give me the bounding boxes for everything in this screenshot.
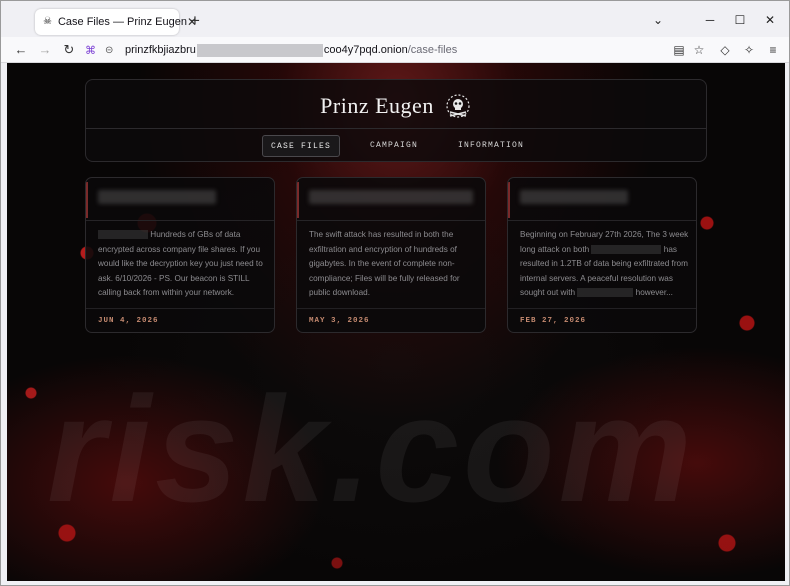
header-divider <box>86 128 706 129</box>
card-date: FEB 27, 2026 <box>520 317 587 325</box>
card-body-text: Hundreds of GBs of data encrypted across… <box>98 230 263 297</box>
maximize-icon[interactable]: ☐ <box>731 11 749 29</box>
forward-icon[interactable]: → <box>35 40 55 60</box>
card-body: Beginning on February 27th 2026, The 3 w… <box>520 228 690 301</box>
card-body: The swift attack has resulted in both th… <box>309 228 479 301</box>
card-date: JUN 4, 2026 <box>98 317 159 325</box>
card-title-redacted <box>520 190 628 204</box>
url-host-end: coo4y7pqd.onion <box>323 44 408 56</box>
case-card[interactable]: Beginning on February 27th 2026, The 3 w… <box>507 177 697 333</box>
reader-view-icon[interactable]: ▤ <box>669 40 689 60</box>
card-footer-divider <box>86 308 274 309</box>
card-date: MAY 3, 2026 <box>309 317 370 325</box>
minimize-icon[interactable]: ─ <box>701 11 719 29</box>
card-footer-divider <box>508 308 696 309</box>
tab-title: Case Files — Prinz Eugen <box>57 16 187 28</box>
page-content: risk.com Prinz Eugen CASE FILES CAMPAIGN <box>7 63 785 581</box>
case-card[interactable]: The swift attack has resulted in both th… <box>296 177 486 333</box>
menu-campaign[interactable]: CAMPAIGN <box>362 135 426 157</box>
watermark: risk.com <box>47 365 696 533</box>
url-path: /case-files <box>407 44 458 56</box>
skull-favicon-icon: ☠ <box>43 16 52 27</box>
card-divider <box>86 220 274 221</box>
onion-extension-icon[interactable]: ⌘ <box>85 44 99 57</box>
back-icon[interactable]: ← <box>11 40 31 60</box>
navigation-bar: ← → ↻ ⌘ ⊝ prinzfkbjiazbru coo4y7pqd.onio… <box>1 37 789 63</box>
card-accent <box>297 182 299 218</box>
menu-case-files[interactable]: CASE FILES <box>262 135 340 157</box>
card-footer-divider <box>297 308 485 309</box>
site-header: Prinz Eugen CASE FILES CAMPAIGN INFORMAT… <box>85 79 707 162</box>
card-accent <box>86 182 88 218</box>
site-info-icon[interactable]: ⊝ <box>105 45 119 56</box>
skull-crossbones-icon <box>446 94 470 118</box>
case-card[interactable]: Hundreds of GBs of data encrypted across… <box>85 177 275 333</box>
extensions-icon[interactable]: ✧ <box>739 40 759 60</box>
card-body-text: The swift attack has resulted in both th… <box>309 230 460 297</box>
body-redaction <box>577 288 634 298</box>
url-redaction <box>196 43 323 57</box>
card-body-text: however... <box>635 288 673 297</box>
body-redaction <box>98 230 148 240</box>
reload-icon[interactable]: ↻ <box>59 40 79 60</box>
shield-icon[interactable]: ◇ <box>715 40 735 60</box>
browser-window: ☠ Case Files — Prinz Eugen ✕ + ⌄ ─ ☐ ✕ ←… <box>0 0 790 586</box>
card-divider <box>297 220 485 221</box>
close-window-icon[interactable]: ✕ <box>761 11 779 29</box>
card-title-redacted <box>98 190 216 204</box>
card-accent <box>508 182 510 218</box>
menu-icon[interactable]: ≡ <box>763 40 783 60</box>
new-tab-icon[interactable]: + <box>185 11 205 31</box>
menu-information[interactable]: INFORMATION <box>450 135 532 157</box>
card-divider <box>508 220 696 221</box>
url-host-start: prinzfkbjiazbru <box>125 44 196 56</box>
tab-bar: ☠ Case Files — Prinz Eugen ✕ + ⌄ ─ ☐ ✕ <box>1 1 789 37</box>
brand-name: Prinz Eugen <box>320 93 434 118</box>
body-redaction <box>591 244 662 254</box>
tab-list-chevron-icon[interactable]: ⌄ <box>649 11 667 29</box>
bookmark-star-icon[interactable]: ☆ <box>689 40 709 60</box>
main-menu: CASE FILES CAMPAIGN INFORMATION <box>86 135 706 157</box>
card-title-redacted <box>309 190 473 204</box>
address-bar[interactable]: ⌘ ⊝ prinzfkbjiazbru coo4y7pqd.onion /cas… <box>85 40 665 60</box>
brand[interactable]: Prinz Eugen <box>86 86 706 126</box>
card-body: Hundreds of GBs of data encrypted across… <box>98 228 268 301</box>
browser-tab[interactable]: ☠ Case Files — Prinz Eugen ✕ <box>35 9 197 35</box>
